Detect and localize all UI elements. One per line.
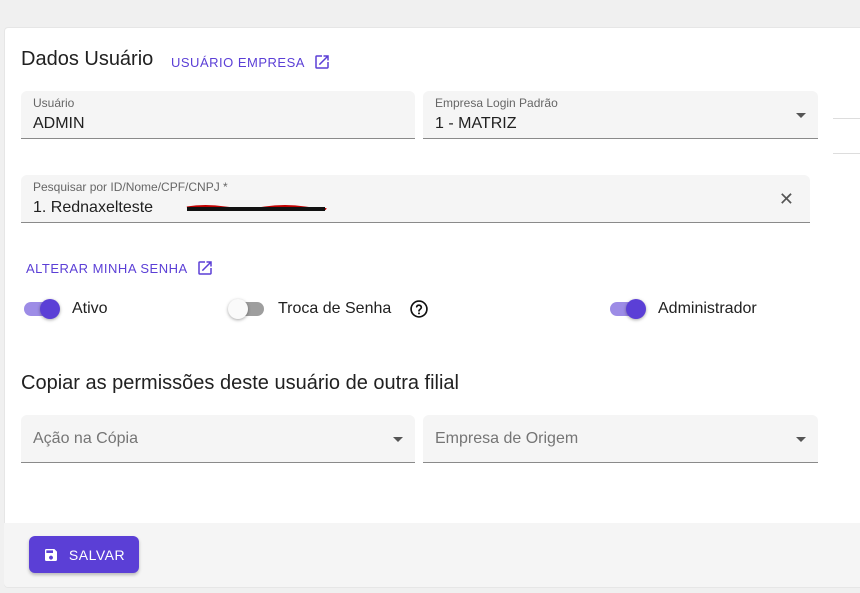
empresa-login-label: Empresa Login Padrão xyxy=(435,96,558,110)
administrador-toggle[interactable]: Administrador xyxy=(608,299,757,319)
usuario-value: ADMIN xyxy=(33,115,85,132)
pesquisar-field[interactable]: Pesquisar por ID/Nome/CPF/CNPJ * 1. Redn… xyxy=(21,175,810,223)
chevron-down-icon[interactable] xyxy=(796,113,806,118)
save-button-label: SALVAR xyxy=(68,546,126,563)
acao-copia-select[interactable]: Ação na Cópia xyxy=(21,415,415,463)
ativo-switch[interactable] xyxy=(22,299,60,319)
administrador-label: Administrador xyxy=(658,300,757,317)
redaction-scribble xyxy=(186,205,327,211)
administrador-switch[interactable] xyxy=(608,299,646,319)
ativo-toggle[interactable]: Ativo xyxy=(22,299,108,319)
page-title: Dados Usuário xyxy=(21,48,154,70)
empresa-login-select[interactable]: Empresa Login Padrão 1 - MATRIZ xyxy=(423,91,818,139)
usuario-label: Usuário xyxy=(33,96,75,110)
alterar-senha-link-label: ALTERAR MINHA SENHA xyxy=(26,260,188,276)
empresa-origem-select[interactable]: Empresa de Origem xyxy=(423,415,818,463)
usuario-field[interactable]: Usuário ADMIN xyxy=(21,91,415,139)
pesquisar-label: Pesquisar por ID/Nome/CPF/CNPJ * xyxy=(33,180,228,194)
troca-senha-label: Troca de Senha xyxy=(278,300,392,317)
close-icon[interactable]: ✕ xyxy=(779,189,794,210)
empresa-login-value: 1 - MATRIZ xyxy=(435,115,517,132)
chevron-down-icon[interactable] xyxy=(393,437,403,442)
alterar-senha-link[interactable]: ALTERAR MINHA SENHA xyxy=(26,259,214,277)
open-in-new-icon xyxy=(197,261,212,275)
floppy-disk-icon xyxy=(44,548,57,561)
troca-senha-switch[interactable] xyxy=(228,299,266,319)
pesquisar-value: 1. Rednaxelteste xyxy=(33,199,154,216)
divider xyxy=(833,153,860,154)
empresa-origem-placeholder: Empresa de Origem xyxy=(435,430,579,447)
help-circle-icon[interactable] xyxy=(409,299,429,319)
acao-copia-placeholder: Ação na Cópia xyxy=(33,430,138,447)
divider xyxy=(833,118,860,119)
save-button[interactable]: SALVAR xyxy=(29,536,139,573)
copy-section-title: Copiar as permissões deste usuário de ou… xyxy=(21,372,459,394)
ativo-label: Ativo xyxy=(72,300,108,317)
usuario-empresa-link-label: USUÁRIO EMPRESA xyxy=(171,54,305,70)
open-in-new-icon xyxy=(315,55,329,69)
chevron-down-icon[interactable] xyxy=(796,437,806,442)
troca-senha-toggle[interactable]: Troca de Senha xyxy=(228,299,429,319)
usuario-empresa-link[interactable]: USUÁRIO EMPRESA xyxy=(171,53,331,71)
